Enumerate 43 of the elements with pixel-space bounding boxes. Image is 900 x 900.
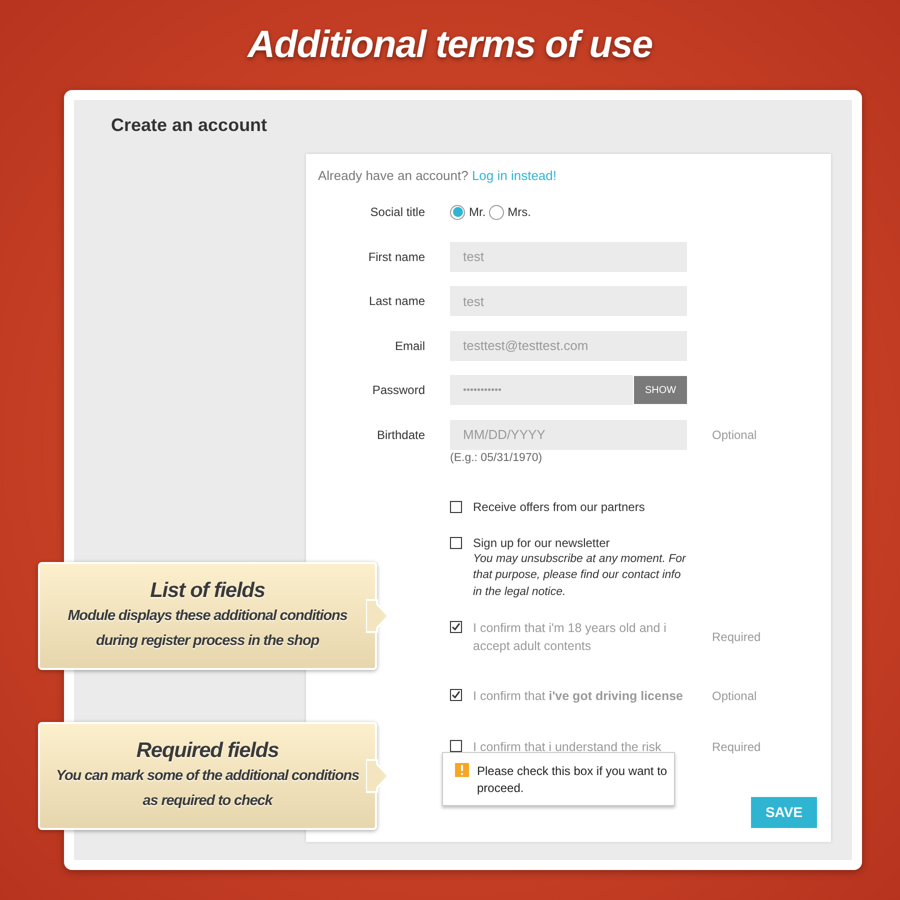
callout-title: List of fields: [150, 578, 265, 604]
checkbox-label: I confirm that i understand the risk: [473, 739, 662, 756]
password-field[interactable]: •••••••••••: [450, 375, 633, 405]
callout-text: You can mark some of the additional conditions as required to check: [54, 767, 360, 811]
text-field[interactable]: test: [450, 286, 687, 316]
field-label: First name: [367, 248, 425, 266]
field-label: Social title: [369, 204, 425, 221]
checkbox-note: Required: [712, 630, 761, 644]
login-prompt: Already have an account? Log in instead!: [318, 167, 558, 185]
checkbox[interactable]: [450, 536, 462, 548]
login-link[interactable]: Log in instead!: [472, 168, 557, 183]
checkbox[interactable]: [450, 500, 462, 512]
checkbox-note: Optional: [712, 689, 757, 703]
checkbox-note: Required: [712, 740, 761, 754]
field-label: Last name: [368, 293, 425, 310]
field-note: Optional: [712, 428, 757, 442]
text-field[interactable]: MM/DD/YYYY: [450, 420, 687, 450]
checkbox[interactable]: [450, 689, 462, 701]
checkbox-label: Sign up for our newsletter: [473, 534, 611, 550]
page-heading: Create an account: [111, 114, 268, 137]
checkbox[interactable]: [450, 621, 462, 633]
field-label: Password: [371, 382, 425, 399]
radio-button[interactable]: [450, 204, 465, 220]
field-hint: (E.g.: 05/31/1970): [450, 450, 544, 466]
checkbox-label: I confirm that i'm 18 years old and i accept adult contents: [473, 620, 668, 655]
radio-button[interactable]: [488, 204, 504, 220]
tooltip-text: Please check this box if you want to proceed.: [477, 763, 668, 797]
save-button[interactable]: SAVE: [751, 797, 817, 828]
warning-icon: [455, 763, 469, 777]
checkbox-description: You may unsubscribe at any moment. For that purpose, please find our contact info in the legal notice.: [473, 552, 687, 600]
callout-title: Required fields: [136, 738, 279, 764]
checkbox-label: I confirm that i've got driving license: [473, 688, 683, 705]
radio-label: Mr.: [469, 204, 486, 221]
text-field[interactable]: testtest@testtest.com: [450, 330, 687, 360]
show-button[interactable]: SHOW: [634, 376, 687, 404]
checkbox-label: Receive offers from our partners: [473, 498, 645, 514]
text-field[interactable]: test: [450, 242, 687, 272]
banner-title: Additional terms of use: [248, 22, 652, 68]
callout-text: Module displays these additional conditions during register process in the shop: [66, 607, 348, 651]
field-label: Birthdate: [376, 426, 425, 444]
radio-label: Mrs.: [508, 204, 531, 221]
field-label: Email: [394, 338, 425, 354]
checkbox[interactable]: [450, 740, 462, 752]
